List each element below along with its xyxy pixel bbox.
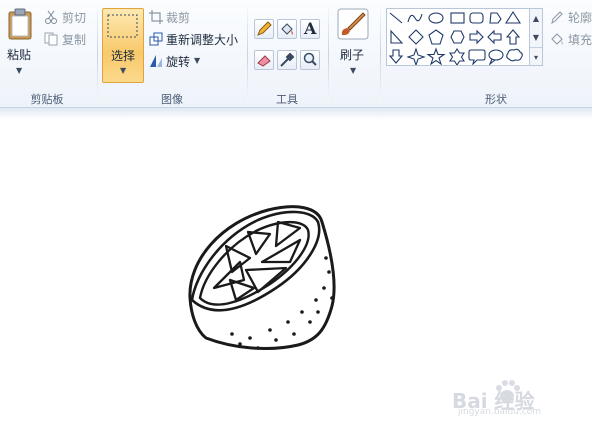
eyedropper-icon	[280, 52, 295, 67]
rectangle-shape-icon	[450, 12, 465, 24]
six-point-star-shape-icon	[449, 47, 465, 65]
crop-icon	[149, 10, 163, 24]
curve-shape-icon	[407, 13, 423, 23]
paste-button[interactable]: 粘贴 ▼	[4, 8, 36, 80]
text-icon: A	[304, 19, 317, 38]
outline-label: 轮廓	[568, 11, 592, 25]
rotate-icon	[150, 55, 162, 67]
resize-label: 重新调整大小	[166, 33, 239, 47]
select-label: 选择	[111, 49, 136, 63]
separator	[247, 6, 248, 102]
separator	[328, 6, 329, 102]
shapes-gallery[interactable]	[386, 8, 530, 66]
triangle-shape-icon	[504, 10, 522, 24]
cut-button[interactable]: 剪切	[44, 9, 94, 25]
outline-pencil-icon	[551, 11, 563, 24]
shapes-scrollbar[interactable]: ▲ ▼ ▾	[530, 8, 543, 66]
watermark-url: jingyan.baidu.com	[458, 407, 542, 417]
rounded-callout-shape-icon	[468, 49, 486, 65]
right-triangle-shape-icon	[390, 29, 404, 44]
chevron-down-icon: ▼	[16, 66, 23, 75]
fill-button[interactable]: 填充	[550, 31, 592, 47]
shapes-group-label: 形状	[485, 93, 507, 106]
crop-label: 裁剪	[166, 11, 191, 25]
cloud-callout-shape-icon	[506, 48, 523, 62]
chevron-down-icon: ▼	[120, 66, 127, 75]
down-arrow-shape-icon	[388, 49, 404, 64]
fill-label: 填充	[568, 33, 592, 47]
crop-button[interactable]: 裁剪	[149, 9, 199, 25]
five-point-star-shape-icon	[426, 47, 446, 65]
line-shape-icon	[389, 12, 403, 24]
scroll-down-button[interactable]: ▼	[530, 28, 542, 47]
up-arrow-shape-icon	[505, 29, 521, 45]
rotate-label: 旋转	[166, 55, 191, 69]
pencil-icon	[257, 21, 272, 36]
color-picker-tool[interactable]	[277, 50, 297, 70]
hexagon-shape-icon	[450, 30, 465, 44]
copy-label: 复制	[62, 33, 87, 47]
ribbon: 粘贴 ▼ 剪切 复制 剪贴板 选择 ▼ 裁剪 重新调整大小 旋转 ▼ 图像 A …	[0, 0, 592, 108]
polygon-shape-icon	[489, 12, 502, 24]
eraser-tool[interactable]	[254, 50, 274, 70]
resize-button[interactable]: 重新调整大小	[149, 31, 241, 47]
separator	[380, 6, 381, 102]
fill-tool[interactable]	[277, 19, 297, 39]
copy-button[interactable]: 复制	[44, 31, 94, 47]
expand-gallery-button[interactable]: ▾	[530, 47, 542, 67]
oval-callout-shape-icon	[488, 49, 504, 65]
left-arrow-shape-icon	[487, 29, 502, 45]
shapes-grid	[388, 10, 523, 65]
right-arrow-shape-icon	[469, 29, 484, 45]
rounded-rectangle-shape-icon	[469, 12, 484, 24]
copy-icon	[44, 32, 58, 46]
fill-bucket-icon	[551, 33, 563, 45]
lemon-drawing	[188, 205, 336, 350]
scissors-icon	[45, 10, 57, 24]
image-group-label: 图像	[161, 93, 183, 106]
selection-icon	[107, 14, 138, 38]
eraser-icon	[257, 55, 271, 67]
four-point-star-shape-icon	[406, 47, 426, 65]
brush-icon	[337, 8, 369, 40]
clipboard-group-label: 剪贴板	[30, 93, 64, 106]
diamond-shape-icon	[408, 29, 424, 45]
baidu-watermark: Bai 经验 jingyan.baidu.com	[452, 377, 582, 417]
magnifier-tool[interactable]	[300, 50, 320, 70]
paint-bucket-icon	[281, 23, 293, 35]
tools-group-label: 工具	[276, 93, 298, 106]
cut-label: 剪切	[62, 11, 87, 25]
separator	[97, 6, 98, 102]
rotate-button[interactable]: 旋转 ▼	[149, 53, 205, 69]
chevron-down-icon: ▼	[194, 56, 201, 65]
ribbon-shadow	[0, 108, 592, 120]
paste-label: 粘贴	[7, 48, 32, 62]
oval-shape-icon	[428, 12, 444, 24]
brushes-label: 刷子	[340, 48, 365, 62]
text-tool[interactable]: A	[300, 19, 320, 39]
resize-icon	[149, 32, 163, 46]
magnifier-icon	[303, 52, 317, 66]
outline-button[interactable]: 轮廓	[550, 9, 592, 25]
chevron-down-icon: ▼	[350, 66, 357, 75]
scroll-up-button[interactable]: ▲	[530, 9, 542, 28]
pentagon-shape-icon	[428, 29, 444, 45]
pencil-tool[interactable]	[254, 19, 274, 39]
brushes-button[interactable]: 刷子 ▼	[336, 8, 372, 80]
clipboard-icon	[8, 8, 32, 40]
select-button[interactable]: 选择 ▼	[102, 8, 144, 83]
